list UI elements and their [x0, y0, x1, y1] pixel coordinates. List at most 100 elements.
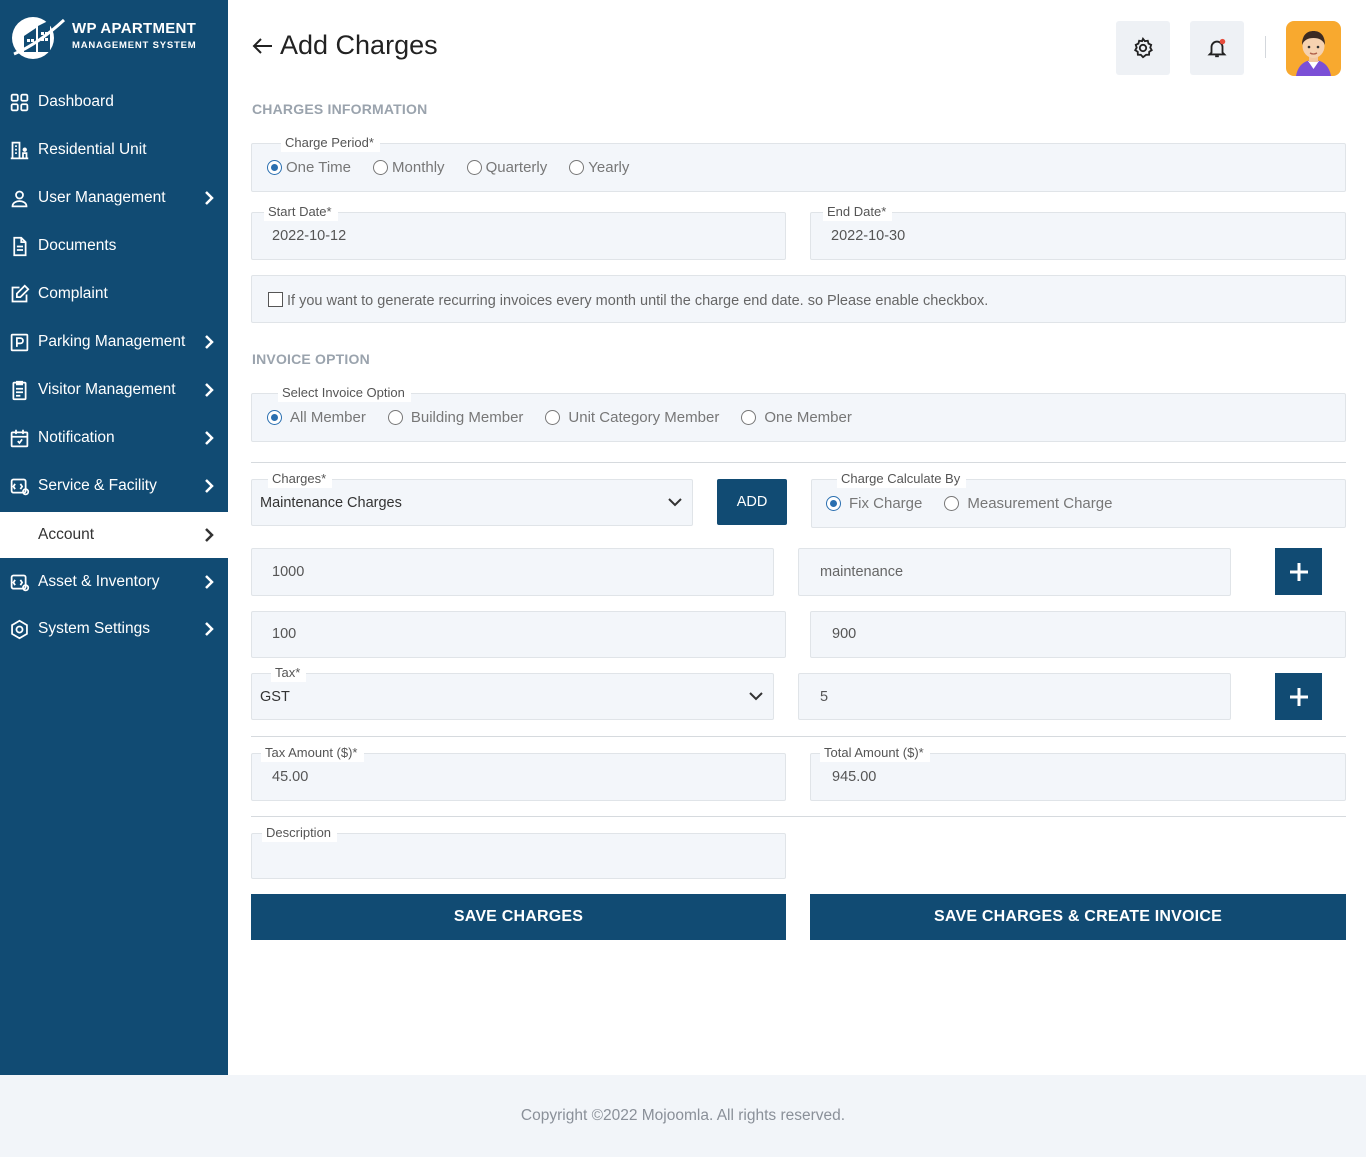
- charges-select[interactable]: Charges* Maintenance Charges: [251, 470, 693, 526]
- sidebar-item-label: Parking Management: [38, 333, 186, 350]
- radio-yearly[interactable]: Yearly: [569, 159, 629, 176]
- end-date-field[interactable]: End Date* 2022-10-30: [810, 203, 1346, 260]
- sidebar-item-label: Dashboard: [38, 93, 114, 110]
- sidebar-item-complaint[interactable]: Complaint: [0, 271, 228, 317]
- amount-input[interactable]: 1000: [251, 548, 774, 596]
- radio-building-member[interactable]: Building Member: [387, 409, 523, 426]
- sidebar-item-account[interactable]: Account: [0, 512, 228, 558]
- settings-button[interactable]: [1116, 21, 1170, 75]
- sidebar-item-label: Account: [38, 526, 95, 543]
- save-charges-create-invoice-button[interactable]: SAVE CHARGES & CREATE INVOICE: [810, 894, 1346, 940]
- grid-icon: [0, 92, 38, 113]
- tax-select[interactable]: Tax* GST: [251, 664, 774, 720]
- arrow-left-icon[interactable]: [252, 37, 274, 55]
- chevron-down-icon: [668, 498, 682, 507]
- radio-fix-charge[interactable]: Fix Charge: [826, 495, 922, 512]
- sidebar-item-dashboard[interactable]: Dashboard: [0, 79, 228, 125]
- building-icon: [0, 140, 38, 161]
- sidebar-item-visitor-management[interactable]: Visitor Management: [0, 367, 228, 413]
- save-charges-button[interactable]: SAVE CHARGES: [251, 894, 786, 940]
- chevron-right-icon: [205, 575, 214, 589]
- page-title: Add Charges: [252, 30, 438, 61]
- app-logo[interactable]: WP APARTMENT MANAGEMENT SYSTEM: [10, 12, 220, 64]
- sidebar-item-asset-inventory[interactable]: Asset & Inventory: [0, 559, 228, 605]
- charge-description-input[interactable]: maintenance: [798, 548, 1231, 596]
- add-amount-button[interactable]: [1275, 548, 1322, 595]
- description-textarea[interactable]: Description: [251, 824, 786, 879]
- chevron-right-icon: [205, 479, 214, 493]
- parking-icon: [0, 332, 38, 353]
- user-icon: [0, 188, 38, 209]
- sidebar-item-label: Residential Unit: [38, 141, 147, 158]
- radio-one-time[interactable]: One Time: [267, 159, 351, 176]
- charge-period-group: Charge Period* One Time Monthly Quarterl…: [251, 134, 1346, 192]
- description-label: Description: [262, 824, 338, 842]
- recurring-invoice-row: If you want to generate recurring invoic…: [251, 275, 1346, 323]
- add-tax-button[interactable]: [1275, 673, 1322, 720]
- clipboard-icon: [0, 380, 38, 401]
- chevron-right-icon: [205, 335, 214, 349]
- add-charge-button[interactable]: ADD: [717, 479, 787, 525]
- total-amount-label: Total Amount ($)*: [820, 744, 930, 762]
- sidebar-item-label: Visitor Management: [38, 381, 176, 398]
- tax-label: Tax*: [271, 664, 307, 682]
- amount-value: 1000: [272, 564, 305, 580]
- sidebar: WP APARTMENT MANAGEMENT SYSTEM Dashboard…: [0, 0, 228, 1075]
- total-amount-field[interactable]: Total Amount ($)* 945.00: [810, 744, 1346, 801]
- inventory-icon: [0, 572, 38, 593]
- start-date-field[interactable]: Start Date* 2022-10-12: [251, 203, 786, 260]
- chevron-right-icon: [205, 431, 214, 445]
- charge-calculate-group: Charge Calculate By Fix Charge Measureme…: [811, 470, 1346, 528]
- chevron-right-icon: [205, 528, 214, 542]
- start-date-value: 2022-10-12: [272, 228, 347, 244]
- chevron-right-icon: [205, 622, 214, 636]
- gear-icon: [1133, 37, 1153, 59]
- radio-all-member[interactable]: All Member: [267, 409, 366, 426]
- radio-quarterly[interactable]: Quarterly: [466, 159, 547, 176]
- tax-amount-value: 45.00: [272, 769, 309, 785]
- bell-icon: [1207, 38, 1227, 58]
- tax-amount-label: Tax Amount ($)*: [261, 744, 364, 762]
- sidebar-item-label: Asset & Inventory: [38, 573, 160, 590]
- sidebar-item-label: Notification: [38, 429, 115, 446]
- radio-one-member[interactable]: One Member: [741, 409, 852, 426]
- radio-unit-category-member[interactable]: Unit Category Member: [545, 409, 719, 426]
- radio-monthly[interactable]: Monthly: [373, 159, 445, 176]
- page-title-text: Add Charges: [280, 30, 438, 60]
- radio-measurement-charge[interactable]: Measurement Charge: [944, 495, 1112, 512]
- total-amount-value: 945.00: [832, 769, 877, 785]
- discount-input[interactable]: 100: [251, 611, 786, 658]
- sidebar-item-notification[interactable]: Notification: [0, 415, 228, 461]
- sidebar-item-residential-unit[interactable]: Residential Unit: [0, 127, 228, 173]
- copyright-text: Copyright ©2022 Mojoomla. All rights res…: [520, 1107, 846, 1124]
- notifications-button[interactable]: [1190, 21, 1244, 75]
- end-date-value: 2022-10-30: [831, 228, 906, 244]
- plus-icon: [1289, 687, 1308, 706]
- edit-icon: [0, 284, 38, 305]
- net-amount-value: 900: [832, 626, 857, 642]
- sidebar-item-service-facility[interactable]: Service & Facility: [0, 463, 228, 509]
- sidebar-item-user-management[interactable]: User Management: [0, 175, 228, 221]
- logo-title: WP APARTMENT: [72, 20, 197, 37]
- charges-value: Maintenance Charges: [260, 495, 402, 511]
- recurring-invoice-text: If you want to generate recurring invoic…: [287, 293, 989, 309]
- sidebar-item-label: User Management: [38, 189, 166, 206]
- sidebar-item-label: System Settings: [38, 620, 150, 637]
- sidebar-item-system-settings[interactable]: System Settings: [0, 606, 228, 652]
- sidebar-item-parking-management[interactable]: Parking Management: [0, 319, 228, 365]
- footer: Copyright ©2022 Mojoomla. All rights res…: [0, 1075, 1366, 1157]
- tax-rate-input[interactable]: 5: [798, 673, 1231, 720]
- recurring-invoice-checkbox[interactable]: [268, 292, 283, 307]
- chevron-right-icon: [205, 383, 214, 397]
- user-avatar[interactable]: [1286, 21, 1341, 76]
- tax-amount-field[interactable]: Tax Amount ($)* 45.00: [251, 744, 786, 801]
- tax-rate-value: 5: [820, 689, 829, 705]
- sidebar-item-documents[interactable]: Documents: [0, 223, 228, 269]
- account-icon: [0, 525, 38, 546]
- plus-icon: [1289, 562, 1308, 581]
- service-icon: [0, 476, 38, 497]
- chevron-right-icon: [205, 191, 214, 205]
- charge-calculate-label: Charge Calculate By: [837, 470, 967, 488]
- net-amount-input[interactable]: 900: [810, 611, 1346, 658]
- settings-icon: [0, 619, 38, 640]
